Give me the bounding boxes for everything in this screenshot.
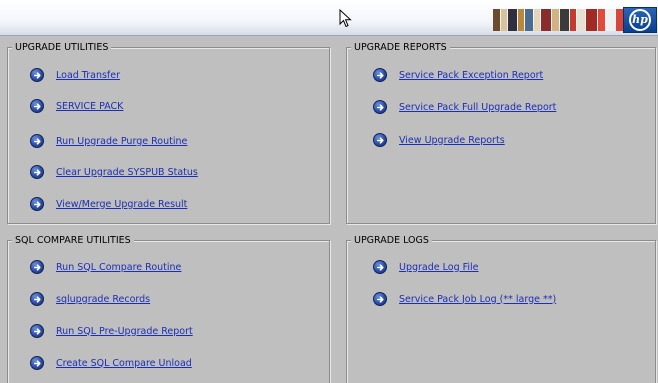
link-row-service-pack[interactable]: SERVICE PACK	[30, 98, 123, 114]
link-row-run-sql-compare[interactable]: Run SQL Compare Routine	[30, 259, 181, 275]
panel-title: UPGRADE REPORTS	[351, 41, 450, 54]
link-row-view-upgrade-reports[interactable]: View Upgrade Reports	[373, 132, 505, 148]
link-row-upgrade-log-file[interactable]: Upgrade Log File	[373, 259, 479, 275]
load-transfer-link[interactable]: Load Transfer	[56, 70, 120, 81]
arrow-right-icon	[373, 292, 387, 306]
panel-upgrade-reports: UPGRADE REPORTS Service Pack Exception R…	[346, 41, 656, 224]
people-banner-image	[493, 9, 623, 31]
link-row-view-merge[interactable]: View/Merge Upgrade Result	[30, 196, 187, 212]
link-row-upgrade-purge[interactable]: Run Upgrade Purge Routine	[30, 133, 187, 149]
upgrade-log-file-link[interactable]: Upgrade Log File	[399, 262, 479, 273]
link-row-sp-full-upgrade[interactable]: Service Pack Full Upgrade Report	[373, 99, 556, 115]
run-upgrade-purge-routine-link[interactable]: Run Upgrade Purge Routine	[56, 136, 187, 147]
arrow-right-icon	[30, 356, 44, 370]
arrow-right-icon	[30, 99, 44, 113]
link-row-clear-syspub[interactable]: Clear Upgrade SYSPUB Status	[30, 164, 198, 180]
arrow-right-icon	[30, 324, 44, 338]
link-row-service-pack-job-log[interactable]: Service Pack Job Log (** large **)	[373, 291, 556, 307]
service-pack-job-log-link[interactable]: Service Pack Job Log (** large **)	[399, 294, 556, 305]
service-pack-full-upgrade-report-link[interactable]: Service Pack Full Upgrade Report	[399, 102, 556, 113]
hp-logo-icon: hp	[623, 7, 657, 33]
arrow-right-icon	[30, 260, 44, 274]
arrow-right-icon	[30, 68, 44, 82]
arrow-right-icon	[30, 134, 44, 148]
header-bar: hp	[0, 0, 658, 36]
arrow-right-icon	[30, 197, 44, 211]
arrow-right-icon	[373, 68, 387, 82]
panel-sql-compare-utilities: SQL COMPARE UTILITIES Run SQL Compare Ro…	[7, 234, 330, 383]
arrow-right-icon	[30, 292, 44, 306]
service-pack-exception-report-link[interactable]: Service Pack Exception Report	[399, 70, 543, 81]
view-upgrade-reports-link[interactable]: View Upgrade Reports	[399, 135, 505, 146]
panel-title: UPGRADE UTILITIES	[12, 41, 112, 54]
arrow-right-icon	[373, 100, 387, 114]
link-row-create-sql-compare-unload[interactable]: Create SQL Compare Unload	[30, 355, 192, 371]
view-merge-upgrade-result-link[interactable]: View/Merge Upgrade Result	[56, 199, 187, 210]
create-sql-compare-unload-link[interactable]: Create SQL Compare Unload	[56, 358, 192, 369]
sqlupgrade-records-link[interactable]: sqlupgrade Records	[56, 294, 150, 305]
run-sql-compare-routine-link[interactable]: Run SQL Compare Routine	[56, 262, 181, 273]
link-row-sqlupgrade-records[interactable]: sqlupgrade Records	[30, 291, 150, 307]
link-row-sp-exception[interactable]: Service Pack Exception Report	[373, 67, 543, 83]
arrow-right-icon	[30, 165, 44, 179]
mouse-cursor-icon	[339, 9, 352, 28]
arrow-right-icon	[373, 133, 387, 147]
panel-title: UPGRADE LOGS	[351, 234, 432, 247]
run-sql-pre-upgrade-report-link[interactable]: Run SQL Pre-Upgrade Report	[56, 326, 193, 337]
link-row-sql-pre-upgrade[interactable]: Run SQL Pre-Upgrade Report	[30, 323, 193, 339]
panel-title: SQL COMPARE UTILITIES	[12, 234, 134, 247]
link-row-load-transfer[interactable]: Load Transfer	[30, 67, 120, 83]
panel-upgrade-utilities: UPGRADE UTILITIES Load Transfer SERVICE …	[7, 41, 330, 224]
service-pack-link[interactable]: SERVICE PACK	[56, 101, 123, 112]
panel-upgrade-logs: UPGRADE LOGS Upgrade Log File Service Pa…	[346, 234, 656, 383]
arrow-right-icon	[373, 260, 387, 274]
clear-upgrade-syspub-status-link[interactable]: Clear Upgrade SYSPUB Status	[56, 167, 198, 178]
